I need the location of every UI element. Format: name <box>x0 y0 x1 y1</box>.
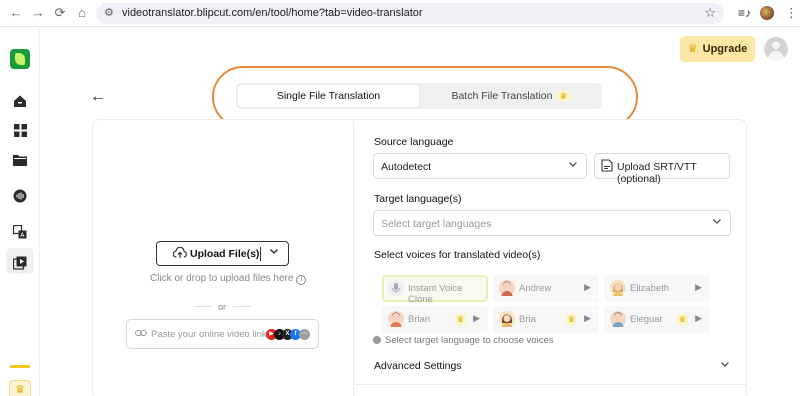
chevron-down-icon <box>712 216 722 229</box>
card-divider <box>353 121 354 396</box>
target-language-label: Target language(s) <box>374 193 462 205</box>
play-icon[interactable]: ▶ <box>584 282 591 293</box>
user-avatar[interactable] <box>764 37 788 61</box>
folder-icon[interactable] <box>12 153 28 169</box>
address-bar[interactable]: ⚙ videotranslator.blipcut.com/en/tool/ho… <box>96 3 724 24</box>
voice-name: Andrew <box>519 283 552 294</box>
url-text[interactable]: videotranslator.blipcut.com/en/tool/home… <box>122 7 423 19</box>
section-divider <box>354 384 746 385</box>
play-icon[interactable]: ▶ <box>695 313 702 324</box>
avatar <box>610 311 626 327</box>
link-icon <box>135 328 147 341</box>
target-language-placeholder: Select target languages <box>381 218 492 230</box>
drop-hint: Click or drop to upload files here i <box>150 273 307 285</box>
upgrade-button[interactable]: ♛ Upgrade <box>680 36 755 62</box>
tab-single-file[interactable]: Single File Translation <box>238 85 419 107</box>
or-divider-right <box>233 306 251 307</box>
play-icon[interactable]: ▶ <box>473 313 480 324</box>
voice-name: Bria <box>519 314 536 325</box>
reload-icon[interactable]: ⟳ <box>52 5 68 21</box>
info-icon[interactable]: i <box>296 275 307 285</box>
voice-clone-icon <box>388 280 404 296</box>
voice-name: Elizabeth <box>630 283 670 294</box>
avatar <box>610 280 626 296</box>
voice-card-brian[interactable]: Brian ♛ ▶ <box>382 306 488 333</box>
browser-menu-icon[interactable]: ⋮ <box>785 5 798 21</box>
audio-wave-icon[interactable] <box>12 189 28 205</box>
browser-toolbar: ← → ⟳ ⌂ ⚙ videotranslator.blipcut.com/en… <box>0 0 800 27</box>
browser-profile-icon[interactable] <box>760 6 774 20</box>
home-icon[interactable]: ⌂ <box>74 5 90 21</box>
media-control-icon[interactable]: ≡♪ <box>738 6 751 20</box>
voices-label: Select voices for translated video(s) <box>374 249 541 261</box>
dashboard-icon[interactable] <box>12 124 28 140</box>
app-logo[interactable] <box>10 49 30 69</box>
or-divider-left <box>194 306 212 307</box>
subtitle-file-icon <box>601 159 613 175</box>
tab-single-label: Single File Translation <box>276 90 381 102</box>
translation-mode-tabs: Single File Translation Batch File Trans… <box>236 83 602 109</box>
drop-hint-text: Click or drop to upload files here <box>150 273 294 284</box>
avatar <box>388 311 404 327</box>
bookmark-star-icon[interactable]: ☆ <box>704 5 716 21</box>
chevron-down-icon[interactable] <box>269 246 279 259</box>
upload-srt-button[interactable]: Upload SRT/VTT (optional) <box>594 153 730 185</box>
voice-card-bria[interactable]: Bria ♛ ▶ <box>493 306 599 333</box>
upload-srt-label: Upload SRT/VTT (optional) <box>617 161 697 185</box>
media-library-icon[interactable] <box>12 256 28 272</box>
voice-grid: Instant Voice Clone Andrew ▶ Elizabeth ▶… <box>374 270 712 334</box>
upload-button-label: Upload File(s) <box>190 248 260 260</box>
crown-icon: ♛ <box>687 43 698 55</box>
premium-crown-icon: ♛ <box>565 314 577 325</box>
crown-icon: ♛ <box>557 91 570 101</box>
voice-name: Brian <box>408 314 431 325</box>
premium-crown-icon[interactable]: ♛ <box>9 380 31 396</box>
split-divider <box>260 247 261 261</box>
info-dot-icon <box>373 336 381 344</box>
video-link-input[interactable]: Paste your online video link ▶ ♪ X f ··· <box>126 319 319 349</box>
plan-indicator-bar <box>10 365 30 368</box>
home-icon[interactable] <box>12 94 28 110</box>
avatar <box>499 280 515 296</box>
upload-files-button[interactable]: Upload File(s) <box>156 241 289 266</box>
tab-batch-label: Batch File Translation <box>451 90 553 102</box>
voice-hint-text: Select target language to choose voices <box>385 335 554 346</box>
video-link-placeholder: Paste your online video link <box>151 329 267 340</box>
site-settings-icon[interactable]: ⚙ <box>104 6 114 19</box>
source-language-value: Autodetect <box>381 161 432 173</box>
translate-icon[interactable]: A <box>12 224 28 241</box>
source-language-label: Source language <box>374 136 454 148</box>
forward-icon[interactable]: → <box>30 5 46 21</box>
tab-batch-file[interactable]: Batch File Translation ♛ <box>421 85 600 107</box>
chevron-down-icon[interactable] <box>720 359 730 372</box>
play-icon[interactable]: ▶ <box>695 282 702 293</box>
play-icon[interactable]: ▶ <box>584 313 591 324</box>
voice-card-andrew[interactable]: Andrew ▶ <box>493 275 599 302</box>
more-platforms-icon: ··· <box>299 329 310 340</box>
voice-card-elizabeth[interactable]: Elizabeth ▶ <box>604 275 710 302</box>
voice-card-instant-clone[interactable]: Instant Voice Clone <box>382 275 488 305</box>
voice-hint: Select target language to choose voices <box>373 335 553 346</box>
upgrade-label: Upgrade <box>702 43 748 55</box>
advanced-settings-label[interactable]: Advanced Settings <box>374 360 462 372</box>
voice-card-eleguar[interactable]: Eleguar ♛ ▶ <box>604 306 710 333</box>
voice-name: Instant Voice Clone <box>408 283 463 305</box>
voice-name: Eleguar <box>630 314 663 325</box>
avatar <box>499 311 515 327</box>
or-text: or <box>218 302 227 312</box>
chevron-down-icon <box>568 159 578 172</box>
target-language-select[interactable]: Select target languages <box>373 210 731 236</box>
premium-crown-icon: ♛ <box>454 314 466 325</box>
source-language-select[interactable]: Autodetect <box>373 153 587 179</box>
back-arrow-icon[interactable]: ← <box>90 88 106 106</box>
premium-crown-icon: ♛ <box>676 314 688 325</box>
cloud-upload-icon <box>172 246 187 262</box>
back-icon[interactable]: ← <box>8 5 24 21</box>
app-sidebar: A ♛ <box>0 28 40 396</box>
